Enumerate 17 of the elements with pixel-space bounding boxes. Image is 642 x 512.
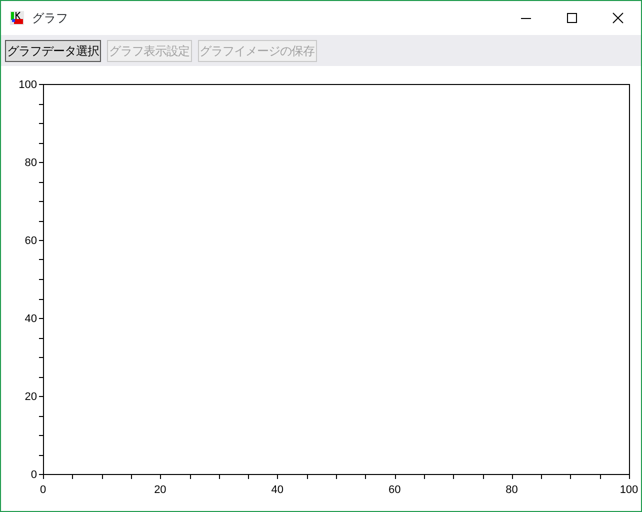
tick-label: 0: [40, 484, 46, 496]
toolbar-button[interactable]: グラフデータ選択: [5, 40, 101, 62]
tick-label: 80: [24, 157, 37, 169]
tick-label: 20: [154, 484, 166, 496]
close-icon: [612, 12, 624, 24]
tick-label: 60: [388, 484, 401, 496]
window-title: グラフ: [32, 10, 68, 27]
tick-label: 40: [271, 484, 284, 496]
tick-label: 0: [30, 469, 37, 481]
maximize-icon: [566, 12, 578, 24]
tick-label: 80: [506, 484, 518, 496]
tick-label: 60: [24, 235, 37, 247]
tick-label: 40: [24, 313, 37, 325]
tick-label: 20: [24, 391, 37, 403]
app-icon: [10, 11, 24, 25]
tick-label: 100: [620, 484, 638, 496]
tick-label: 100: [18, 79, 37, 91]
